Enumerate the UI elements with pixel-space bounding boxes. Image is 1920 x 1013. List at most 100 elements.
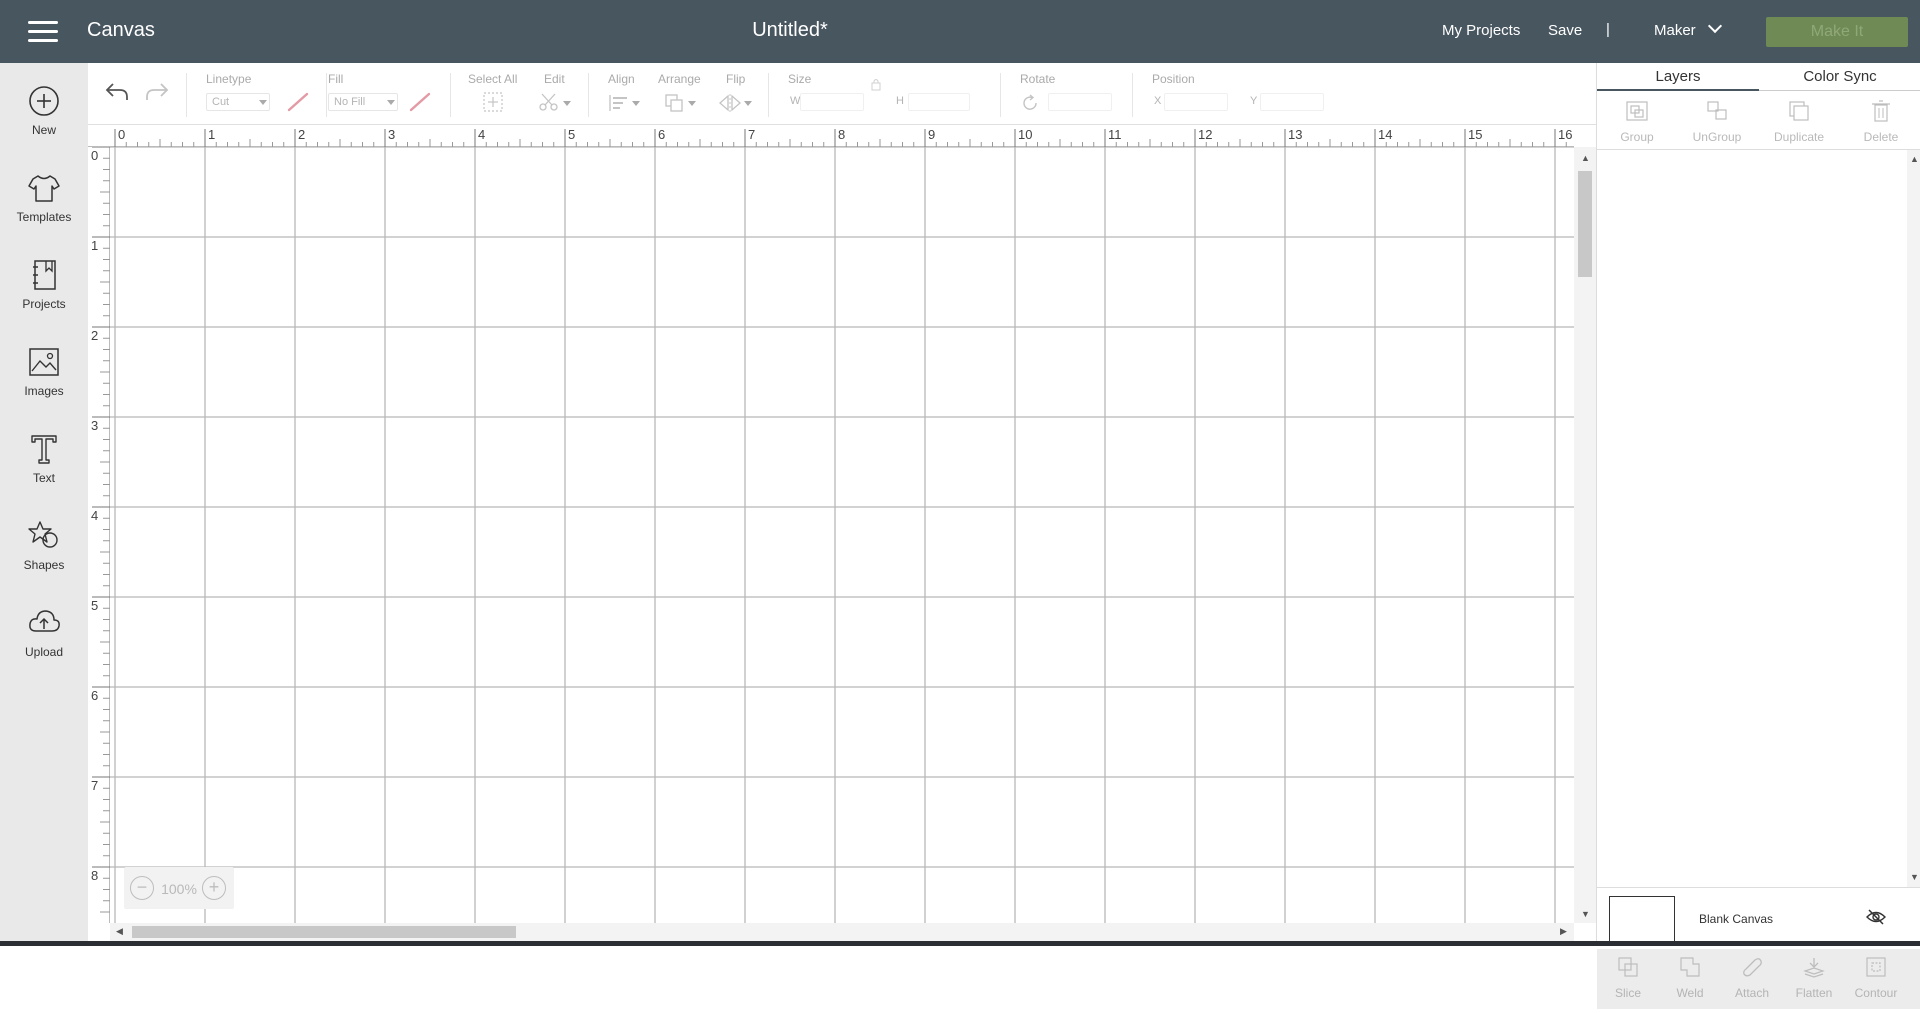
design-canvas[interactable] <box>110 147 1574 923</box>
position-x-input[interactable] <box>1164 93 1228 111</box>
tab-layers[interactable]: Layers <box>1597 63 1759 91</box>
my-projects-link[interactable]: My Projects <box>1442 22 1520 39</box>
left-sidebar: New Templates Projects Images Text Shape… <box>0 63 88 946</box>
rotate-icon <box>1023 94 1037 110</box>
top-ruler-ticks <box>114 129 1567 147</box>
flip-icon[interactable] <box>718 93 742 113</box>
ruler-number: 4 <box>478 127 486 142</box>
y-label: Y <box>1250 95 1258 107</box>
sidebar-item-templates[interactable]: Templates <box>0 170 88 250</box>
ruler-number: 12 <box>1198 127 1213 142</box>
scroll-right-arrow-icon[interactable]: ▶ <box>1560 926 1567 937</box>
sidebar-item-upload[interactable]: Upload <box>0 605 88 685</box>
sidebar-item-label: Images <box>24 384 64 398</box>
slice-button[interactable]: Slice <box>1597 955 1659 1013</box>
weld-button[interactable]: Weld <box>1659 955 1721 1013</box>
ruler-number: 8 <box>91 868 99 883</box>
scissors-icon[interactable] <box>538 91 560 113</box>
ruler-number: 5 <box>568 127 576 142</box>
position-y-input[interactable] <box>1260 93 1324 111</box>
scroll-up-arrow-icon[interactable]: ▲ <box>1910 154 1919 164</box>
ruler-number: 1 <box>208 127 216 142</box>
toolbar-divider <box>1000 73 1001 117</box>
image-icon <box>29 348 59 376</box>
sidebar-item-new[interactable]: New <box>0 83 88 163</box>
sidebar-item-text[interactable]: Text <box>0 431 88 511</box>
sidebar-item-projects[interactable]: Projects <box>0 257 88 337</box>
panel-bottom-actions: Slice Weld Attach Flatten Contour <box>1597 949 1920 1009</box>
top-bar: Canvas Untitled* My Projects Save | Make… <box>0 0 1920 63</box>
flatten-button[interactable]: Flatten <box>1783 955 1845 1013</box>
ungroup-label: UnGroup <box>1692 130 1742 144</box>
layers-panel: Layers Color Sync Group UnGroup Duplicat… <box>1596 63 1920 1009</box>
zoom-level: 100% <box>161 881 197 897</box>
fill-select[interactable]: No Fill <box>328 93 398 111</box>
sidebar-item-label: Projects <box>22 297 66 311</box>
horizontal-scroll-thumb[interactable] <box>132 926 516 938</box>
panel-divider <box>1597 149 1920 150</box>
shapes-icon <box>28 521 58 548</box>
machine-select[interactable]: Maker <box>1654 18 1722 39</box>
blank-canvas-label: Blank Canvas <box>1699 912 1774 926</box>
blank-canvas-layer[interactable]: Blank Canvas <box>1597 887 1920 949</box>
sidebar-item-shapes[interactable]: Shapes <box>0 518 88 598</box>
caret-down-icon <box>744 101 752 106</box>
fill-color-swatch-icon[interactable] <box>408 91 432 113</box>
vertical-scroll-thumb[interactable] <box>1578 171 1592 277</box>
group-button[interactable]: Group <box>1597 93 1677 151</box>
scroll-down-arrow-icon[interactable]: ▼ <box>1581 909 1590 919</box>
attach-button[interactable]: Attach <box>1721 955 1783 1013</box>
sidebar-item-images[interactable]: Images <box>0 344 88 424</box>
layers-scrollbar[interactable]: ▲ ▼ <box>1907 150 1920 887</box>
ruler-number: 3 <box>388 127 396 142</box>
select-all-label: Select All <box>468 72 518 86</box>
canvas-vertical-scrollbar[interactable]: ▲ ▼ <box>1574 147 1596 923</box>
caret-down-icon <box>632 101 640 106</box>
eye-hidden-icon[interactable] <box>1865 908 1887 926</box>
scroll-left-arrow-icon[interactable]: ◀ <box>116 926 123 937</box>
ruler-number: 2 <box>298 127 306 142</box>
toolbar-divider <box>768 73 769 117</box>
flip-label: Flip <box>726 72 746 86</box>
duplicate-button[interactable]: Duplicate <box>1759 93 1839 151</box>
tab-color-sync[interactable]: Color Sync <box>1759 63 1920 91</box>
make-it-button[interactable]: Make It <box>1766 17 1908 47</box>
save-link[interactable]: Save <box>1548 22 1582 39</box>
left-ruler: 0 1 2 3 4 5 6 7 8 <box>88 146 110 923</box>
align-icon[interactable] <box>608 93 630 113</box>
arrange-icon[interactable] <box>664 93 686 113</box>
ruler-number: 13 <box>1288 127 1303 142</box>
flatten-icon <box>1803 958 1825 978</box>
group-icon <box>1626 101 1648 121</box>
ruler-number: 15 <box>1468 127 1483 142</box>
edit-toolbar: Linetype Cut Fill No Fill Select All Edi… <box>88 63 1596 125</box>
linetype-select[interactable]: Cut <box>206 93 270 111</box>
ruler-number: 6 <box>658 127 666 142</box>
delete-button[interactable]: Delete <box>1841 93 1920 151</box>
scroll-down-arrow-icon[interactable]: ▼ <box>1910 872 1919 882</box>
arrange-label: Arrange <box>658 72 701 86</box>
contour-button[interactable]: Contour <box>1845 955 1907 1013</box>
document-title: Untitled* <box>752 19 828 41</box>
ungroup-button[interactable]: UnGroup <box>1677 93 1757 151</box>
zoom-in-button[interactable]: + <box>202 876 226 900</box>
width-input[interactable] <box>800 93 864 111</box>
lock-icon[interactable] <box>870 77 882 91</box>
select-all-icon[interactable] <box>482 91 504 113</box>
undo-icon[interactable] <box>104 81 130 103</box>
ruler-number: 7 <box>91 778 99 793</box>
linetype-color-swatch-icon[interactable] <box>286 91 310 113</box>
ruler-number: 9 <box>928 127 936 142</box>
caret-down-icon <box>259 100 267 105</box>
canvas-color-swatch[interactable] <box>1609 896 1675 942</box>
canvas-horizontal-scrollbar[interactable]: ◀ ▶ <box>110 923 1574 941</box>
height-input[interactable] <box>908 93 970 111</box>
redo-icon[interactable] <box>144 81 170 103</box>
sidebar-item-label: Shapes <box>23 558 65 572</box>
zoom-control: − 100% + <box>124 867 234 909</box>
scroll-up-arrow-icon[interactable]: ▲ <box>1581 153 1590 163</box>
ruler-number: 5 <box>91 598 99 613</box>
zoom-out-button[interactable]: − <box>130 876 154 900</box>
rotate-input[interactable] <box>1048 93 1112 111</box>
sidebar-item-label: Text <box>32 471 55 485</box>
